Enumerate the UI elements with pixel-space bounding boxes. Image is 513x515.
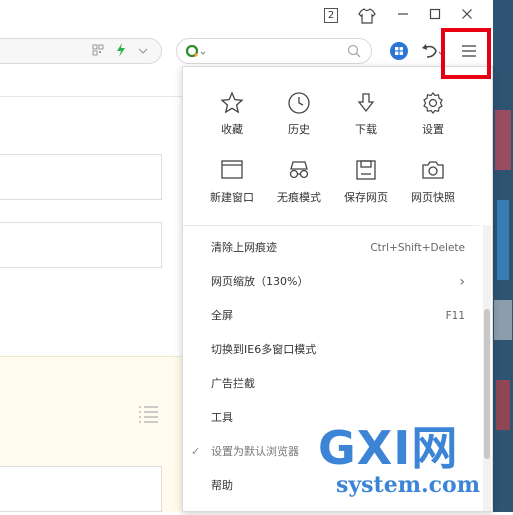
- highlight-box: [441, 28, 491, 79]
- menu-item-fullscreen[interactable]: 全屏 F11: [183, 301, 479, 331]
- page-input-box[interactable]: [0, 154, 162, 200]
- page-input-box[interactable]: [0, 466, 162, 512]
- menu-history[interactable]: 历史: [264, 91, 334, 137]
- download-icon: [331, 91, 401, 119]
- menu-settings[interactable]: 设置: [398, 91, 468, 137]
- search-engine-icon[interactable]: [185, 44, 207, 61]
- search-input[interactable]: [176, 38, 372, 64]
- qr-code-icon[interactable]: [92, 44, 104, 59]
- watermark-logo: GXI网 system.com: [318, 422, 513, 512]
- camera-icon: [398, 159, 468, 187]
- shortcut-label: Ctrl+Shift+Delete: [370, 242, 465, 254]
- watermark-brand: GXI网: [318, 421, 459, 475]
- menu-save-page[interactable]: 保存网页: [331, 159, 401, 205]
- minimize-icon[interactable]: [392, 6, 414, 26]
- menu-snapshot[interactable]: 网页快照: [398, 159, 468, 205]
- chevron-down-icon[interactable]: [138, 45, 148, 58]
- tab-count-badge[interactable]: 2: [324, 8, 338, 23]
- menu-incognito[interactable]: 无痕模式: [264, 159, 334, 205]
- star-icon: [197, 91, 267, 119]
- address-bar[interactable]: [0, 38, 162, 64]
- new-window-icon: [197, 159, 267, 187]
- glasses-icon: [264, 159, 334, 187]
- menu-item-zoom[interactable]: 网页缩放（130%） ›: [183, 267, 479, 297]
- shortcut-label: F11: [445, 310, 465, 322]
- menu-item-clear-history[interactable]: 清除上网痕迹 Ctrl+Shift+Delete: [183, 233, 479, 263]
- gear-icon: [398, 91, 468, 119]
- save-icon: [331, 159, 401, 187]
- search-icon[interactable]: [347, 44, 361, 61]
- page-input-box[interactable]: [0, 222, 162, 268]
- checkmark-icon: ✓: [191, 445, 201, 458]
- menu-new-window[interactable]: 新建窗口: [197, 159, 267, 205]
- menu-downloads[interactable]: 下载: [331, 91, 401, 137]
- tshirt-icon[interactable]: [356, 6, 378, 26]
- page-divider: [0, 96, 185, 97]
- list-icon[interactable]: [138, 405, 160, 426]
- clock-icon: [264, 91, 334, 119]
- apps-icon[interactable]: [389, 41, 409, 64]
- watermark-domain: system.com: [336, 472, 480, 498]
- maximize-icon[interactable]: [424, 6, 446, 26]
- menu-favorites[interactable]: 收藏: [197, 91, 267, 137]
- menu-item-ie6-mode[interactable]: 切换到IE6多窗口模式: [183, 335, 479, 365]
- lightning-icon[interactable]: [116, 43, 126, 60]
- menu-separator: [183, 225, 479, 226]
- menu-item-ad-block[interactable]: 广告拦截: [183, 369, 479, 399]
- close-icon[interactable]: [456, 6, 478, 26]
- chevron-right-icon: ›: [459, 274, 465, 290]
